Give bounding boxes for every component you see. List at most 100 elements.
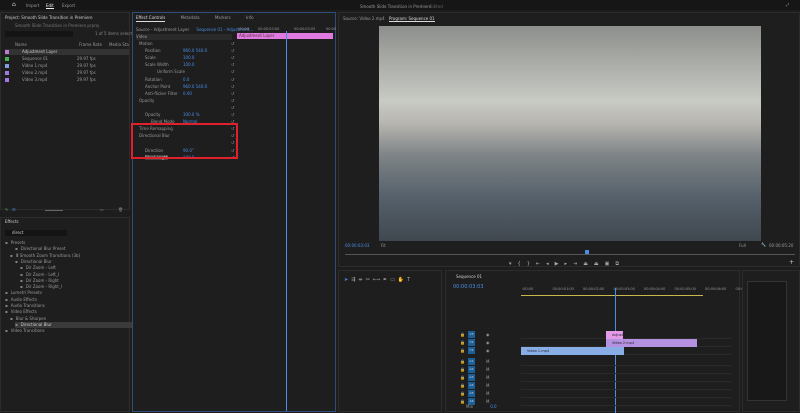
reset-icon[interactable]: ↺ — [231, 41, 234, 47]
mute-icon[interactable]: M — [486, 375, 489, 380]
col-frame-rate[interactable]: Frame Rate — [79, 42, 102, 48]
list-view-icon[interactable]: ☰ — [12, 207, 16, 212]
track-target[interactable]: V1 — [468, 347, 475, 354]
effects-tree-item[interactable]: ▪ Video Transitions — [5, 328, 129, 334]
nav-edit[interactable]: Edit — [46, 3, 54, 9]
effects-tree-item[interactable]: ▪ Directional Blur Preset — [15, 246, 129, 252]
camera-icon[interactable]: ▣ — [605, 261, 616, 267]
lock-icon[interactable]: 🔒 — [460, 348, 465, 353]
clip-adjustment-layer[interactable]: Adjust — [606, 331, 623, 339]
effect-property-row[interactable]: Opacity ↺ — [139, 98, 235, 104]
track-target[interactable]: A4 — [468, 382, 475, 389]
mix-value[interactable]: 0.0 — [490, 404, 496, 409]
sequence-tab[interactable]: Sequence 01 — [456, 274, 482, 279]
effect-property-row[interactable]: Rotation 0.0 ↺ — [145, 77, 241, 83]
effect-property-row[interactable]: Anchor Point 960.0 540.0 ↺ — [145, 84, 241, 90]
track-target[interactable]: V2 — [468, 339, 475, 346]
eye-icon[interactable]: ◉ — [486, 348, 490, 353]
property-value[interactable]: 0.0 — [183, 77, 189, 83]
timeline-timecode[interactable]: 00:00:03:03 — [453, 284, 484, 290]
project-item[interactable]: Sequence 01 29.97 fps — [5, 56, 129, 62]
lock-icon[interactable]: 🔒 — [460, 359, 465, 364]
col-name[interactable]: Name — [15, 42, 27, 47]
go-to-in-icon[interactable]: ⇤ — [536, 261, 546, 267]
tab-program[interactable]: Program: Sequence 01 — [389, 16, 435, 22]
fullscreen-icon[interactable]: ⤢ — [786, 2, 789, 7]
lock-icon[interactable]: 🔒 — [460, 367, 465, 372]
new-item-icon[interactable]: ▭ — [100, 207, 104, 212]
lock-icon[interactable]: 🔒 — [460, 340, 465, 345]
project-item[interactable]: Video 2.mp4 29.97 fps — [5, 70, 129, 76]
wrench-icon[interactable]: 🔧 — [761, 242, 766, 247]
nav-export[interactable]: Export — [62, 3, 75, 8]
tab-info[interactable]: Info — [246, 15, 254, 21]
effects-tree-item[interactable]: ▪ Directional Blur — [15, 259, 129, 265]
effect-property-row[interactable]: Uniform Scale ↺ — [157, 69, 253, 75]
reset-icon[interactable]: ↺ — [231, 69, 234, 75]
lock-icon[interactable]: 🔒 — [460, 375, 465, 380]
track-target[interactable]: A2 — [468, 366, 475, 373]
project-title[interactable]: Project: Smooth Slide Transition in Prem… — [5, 15, 129, 21]
rectangle-icon[interactable]: ▭ — [390, 277, 398, 283]
reset-icon[interactable]: ↺ — [231, 84, 234, 90]
tab-metadata[interactable]: Metadata — [181, 15, 200, 21]
project-item[interactable]: Video 3.mp4 29.97 fps — [5, 77, 129, 83]
razor-icon[interactable]: ✂ — [366, 277, 373, 283]
property-value[interactable]: 960.0 540.0 — [183, 84, 207, 90]
mute-icon[interactable]: M — [486, 391, 489, 396]
scrub-playhead[interactable] — [585, 250, 589, 254]
effects-tree-item[interactable]: ▪ Directional Blur — [15, 321, 135, 328]
work-area-bar[interactable] — [521, 295, 703, 296]
effect-property-row[interactable]: Anti-flicker Filter 0.00 ↺ — [145, 91, 241, 97]
effects-tree-item[interactable]: ▪ Presets — [5, 240, 129, 246]
track-target[interactable]: A1 — [468, 358, 475, 365]
effects-title[interactable]: Effects — [5, 219, 129, 225]
tab-source[interactable]: Source: Video 2.mp4 — [343, 16, 385, 21]
lock-icon[interactable]: 🔒 — [460, 383, 465, 388]
compare-icon[interactable]: ⧉ — [615, 261, 625, 267]
property-value[interactable]: 0.00 — [183, 91, 192, 97]
ec-clip-bar[interactable]: Adjustment Layer — [237, 33, 333, 39]
program-timecode[interactable]: 00:00:03:03 — [345, 243, 369, 248]
mute-icon[interactable]: M — [486, 367, 489, 372]
project-item[interactable]: Video 1.mp4 29.97 fps — [5, 63, 129, 69]
mark-in-icon[interactable]: { — [518, 261, 527, 267]
lift-icon[interactable]: ⏏ — [583, 261, 594, 267]
track-target[interactable]: V3 — [468, 331, 475, 338]
clip-video-1[interactable]: Video 1.mp4 — [521, 347, 624, 355]
effects-tree-item[interactable]: ▪ Dir Zoom - Right — [20, 278, 129, 284]
property-value[interactable]: 960.0 540.0 — [183, 48, 207, 54]
reset-icon[interactable]: ↺ — [231, 91, 234, 97]
eye-icon[interactable]: ◉ — [486, 332, 490, 337]
slip-icon[interactable]: ⟷ — [373, 277, 383, 283]
track-target[interactable]: A3 — [468, 374, 475, 381]
ripple-edit-icon[interactable]: ⇹ — [358, 277, 365, 283]
fit-dropdown[interactable]: Fit — [381, 243, 386, 248]
effects-tree-item[interactable]: ▪ Blur & Sharpen — [10, 316, 129, 322]
clip-video-2[interactable]: Video 2.mp4 — [606, 339, 697, 347]
effects-tree-item[interactable]: ▪ Audio Transitions — [5, 303, 129, 309]
ec-playhead[interactable] — [286, 31, 287, 411]
lock-icon[interactable]: 🔒 — [460, 391, 465, 396]
mark-out-icon[interactable]: } — [527, 261, 536, 267]
scrub-bar[interactable] — [345, 254, 795, 255]
effects-tree-item[interactable]: ▪ Dir Zoom - Left_I — [20, 272, 129, 278]
reset-icon[interactable]: ↺ — [231, 55, 234, 61]
effect-property-row[interactable]: Scale 100.0 ↺ — [145, 55, 241, 61]
property-value[interactable]: 100.0 — [183, 62, 194, 68]
effect-property-row[interactable]: ↺ — [145, 105, 241, 111]
tab-markers[interactable]: Markers — [215, 15, 231, 21]
eye-icon[interactable]: ◉ — [486, 340, 490, 345]
type-icon[interactable]: T — [407, 277, 413, 283]
nav-import[interactable]: Import — [26, 3, 39, 8]
pencil-icon[interactable]: ✎ — [5, 207, 8, 212]
reset-icon[interactable]: ↺ — [231, 48, 234, 54]
lock-icon[interactable]: 🔒 — [460, 399, 465, 404]
play-icon[interactable]: ▶ — [555, 261, 565, 267]
effects-tree-item[interactable]: ▪ Video Effects — [5, 309, 129, 315]
reset-icon[interactable]: ↺ — [231, 105, 234, 111]
reset-icon[interactable]: ↺ — [231, 98, 234, 104]
property-value[interactable]: 100.0 — [183, 55, 194, 61]
lock-icon[interactable]: 🔒 — [460, 332, 465, 337]
track-target[interactable]: A5 — [468, 390, 475, 397]
